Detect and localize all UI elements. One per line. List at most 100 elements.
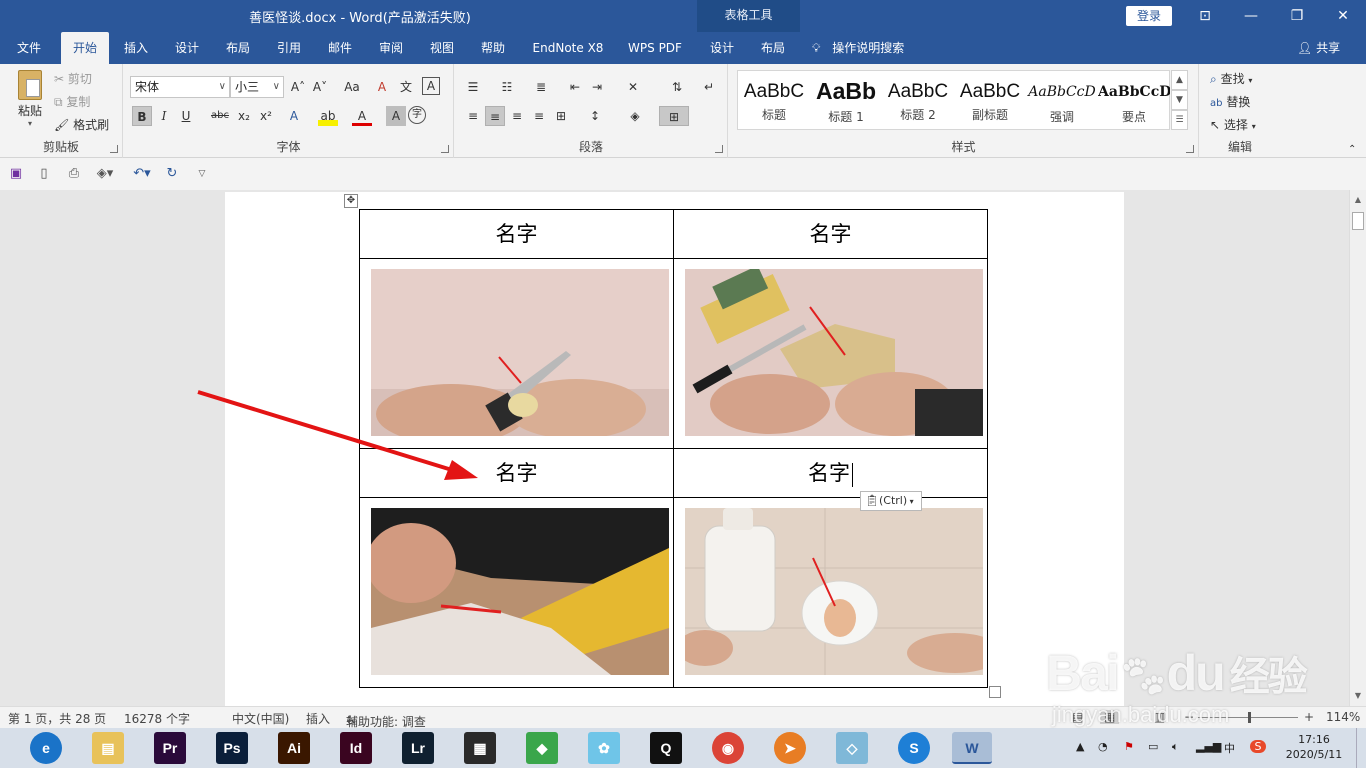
tray-sogou-icon[interactable]: S xyxy=(1250,740,1266,753)
page-count[interactable]: 第 1 页，共 28 页 xyxy=(8,710,106,727)
text-effects-button[interactable]: A xyxy=(284,106,304,126)
redo-icon[interactable]: ↻ xyxy=(162,164,182,184)
tab-view[interactable]: 视图 xyxy=(420,32,464,64)
distribute-icon[interactable]: ⊞ xyxy=(551,106,571,126)
collapse-ribbon-icon[interactable]: ⌃ xyxy=(1348,144,1356,155)
grow-font-button[interactable]: A˄ xyxy=(288,77,308,97)
word-count[interactable]: 16278 个字 xyxy=(124,710,190,727)
insert-mode[interactable]: 插入 xyxy=(306,710,330,727)
tray-chevron-icon[interactable]: ▲ xyxy=(1076,740,1084,753)
share-button[interactable]: 👤︎ 共享 xyxy=(1297,32,1340,64)
print-preview-icon[interactable]: ⎙ xyxy=(64,164,84,184)
taskbar-app-sogou[interactable]: S xyxy=(898,732,930,764)
tab-insert[interactable]: 插入 xyxy=(114,32,158,64)
more-styles-icon[interactable]: ☰ xyxy=(1171,110,1188,130)
numbering-icon[interactable]: ☷ xyxy=(497,77,517,97)
format-painter-button[interactable]: 🖌︎ 格式刷 xyxy=(54,116,109,133)
tray-volume-icon[interactable]: 🔈︎ xyxy=(1172,740,1179,754)
chevron-up-icon[interactable]: ▲ xyxy=(1171,70,1188,90)
style-subtitle[interactable]: AaBbC 副标题 xyxy=(954,71,1026,129)
taskbar-app-flower[interactable]: ✿ xyxy=(588,732,620,764)
superscript-button[interactable]: x² xyxy=(256,106,276,126)
login-button[interactable]: 登录 xyxy=(1126,6,1172,26)
select-button[interactable]: ↖ 选择 ▾ xyxy=(1210,116,1256,133)
tray-network-icon[interactable]: ▂▄▆ xyxy=(1196,740,1221,753)
tab-wps-pdf[interactable]: WPS PDF xyxy=(621,32,689,64)
find-button[interactable]: ⌕ 查找 ▾ xyxy=(1210,70,1252,87)
table-cell-photo[interactable] xyxy=(359,497,674,688)
justify-icon[interactable]: ≡ xyxy=(529,106,549,126)
enclose-char-button[interactable]: 字 xyxy=(408,106,426,124)
chinese-layout-icon[interactable]: ✕ xyxy=(623,77,643,97)
bold-button[interactable]: B xyxy=(132,106,152,126)
bullets-icon[interactable]: ☰ xyxy=(463,77,483,97)
change-case-button[interactable]: Aa xyxy=(338,77,366,97)
show-desktop-button[interactable] xyxy=(1356,728,1366,768)
table-cell-photo[interactable] xyxy=(673,258,988,449)
sort-icon[interactable]: ⇅ xyxy=(667,77,687,97)
tab-endnote[interactable]: EndNote X8 xyxy=(526,32,610,64)
taskbar-app-orange[interactable]: ➤ xyxy=(774,732,806,764)
taskbar-app-lightroom[interactable]: Lr xyxy=(402,732,434,764)
borders-icon[interactable]: ⊞ xyxy=(659,106,689,126)
tray-qq-icon[interactable]: ◔ xyxy=(1098,740,1108,753)
table-resize-handle[interactable] xyxy=(989,686,1001,698)
table-cell-name[interactable]: 名字 xyxy=(673,209,988,259)
strikethrough-button[interactable]: abc xyxy=(208,106,232,126)
font-color-button[interactable]: A xyxy=(352,106,372,126)
paste-button[interactable]: 粘贴 ▾ xyxy=(12,70,48,128)
minimize-button[interactable]: — xyxy=(1228,0,1274,32)
undo-icon[interactable]: ↶▾ xyxy=(128,164,156,184)
shading-icon[interactable]: ◈ xyxy=(625,106,645,126)
taskbar-app-premiere[interactable]: Pr xyxy=(154,732,186,764)
style-heading-1[interactable]: AaBb 标题 1 xyxy=(810,71,882,129)
tell-me-search[interactable]: 💡︎ 操作说明搜索 xyxy=(812,32,904,64)
table-cell-name[interactable]: 名字 xyxy=(359,448,674,498)
char-shading-button[interactable]: A xyxy=(386,106,406,126)
scroll-thumb[interactable] xyxy=(1352,212,1364,230)
table-move-handle-icon[interactable]: ✥ xyxy=(344,194,358,208)
tray-ime[interactable]: 中 xyxy=(1224,740,1235,756)
taskbar-app-explorer[interactable]: ▤ xyxy=(92,732,124,764)
increase-indent-icon[interactable]: ⇥ xyxy=(587,77,607,97)
line-spacing-icon[interactable]: ↕ xyxy=(585,106,605,126)
multilevel-list-icon[interactable]: ≣ xyxy=(531,77,551,97)
scroll-up-icon[interactable]: ▲ xyxy=(1350,192,1366,208)
tab-mailings[interactable]: 邮件 xyxy=(318,32,362,64)
dialog-launcher-icon[interactable] xyxy=(441,145,449,153)
tray-flag-icon[interactable]: ⚑ xyxy=(1124,740,1134,753)
scroll-down-icon[interactable]: ▼ xyxy=(1350,688,1366,704)
copy-button[interactable]: ⧉ 复制 xyxy=(54,93,90,110)
decrease-indent-icon[interactable]: ⇤ xyxy=(565,77,585,97)
clear-format-button[interactable]: A xyxy=(372,77,392,97)
highlight-button[interactable]: ab xyxy=(318,106,338,126)
taskbar-app-word[interactable]: W xyxy=(952,732,992,764)
save-icon[interactable]: ▣ xyxy=(6,164,26,184)
align-right-icon[interactable]: ≡ xyxy=(507,106,527,126)
replace-button[interactable]: ab 替换 xyxy=(1210,93,1250,110)
taskbar-app-qq[interactable]: Q xyxy=(650,732,682,764)
align-left-icon[interactable]: ≡ xyxy=(463,106,483,126)
taskbar-app-illustrator[interactable]: Ai xyxy=(278,732,310,764)
phonetic-guide-button[interactable]: 文 xyxy=(396,77,416,97)
zoom-level[interactable]: 114% xyxy=(1326,710,1360,724)
taskbar-app-indesign[interactable]: Id xyxy=(340,732,372,764)
char-border-button[interactable]: A xyxy=(422,77,440,95)
style-title[interactable]: AaBbC 标题 xyxy=(738,71,810,129)
dialog-launcher-icon[interactable] xyxy=(110,145,118,153)
tab-file[interactable]: 文件 xyxy=(6,32,52,64)
italic-button[interactable]: I xyxy=(154,106,174,126)
close-button[interactable]: ✕ xyxy=(1320,0,1366,32)
subscript-button[interactable]: x₂ xyxy=(234,106,254,126)
dialog-launcher-icon[interactable] xyxy=(1186,145,1194,153)
shapes-icon[interactable]: ◈▾ xyxy=(92,164,118,184)
tray-battery-icon[interactable]: ▭ xyxy=(1148,740,1158,753)
font-size-combo[interactable]: 小三 ∨ xyxy=(230,76,284,98)
show-marks-icon[interactable]: ↵ xyxy=(699,77,719,97)
underline-button[interactable]: U xyxy=(176,106,196,126)
style-strong[interactable]: AaBbCcD 要点 xyxy=(1098,71,1170,129)
style-heading-2[interactable]: AaBbC 标题 2 xyxy=(882,71,954,129)
tab-home[interactable]: 开始 xyxy=(61,32,109,64)
restore-button[interactable]: ❐ xyxy=(1274,0,1320,32)
paste-options-button[interactable]: 📋︎(Ctrl) ▾ xyxy=(860,491,922,511)
